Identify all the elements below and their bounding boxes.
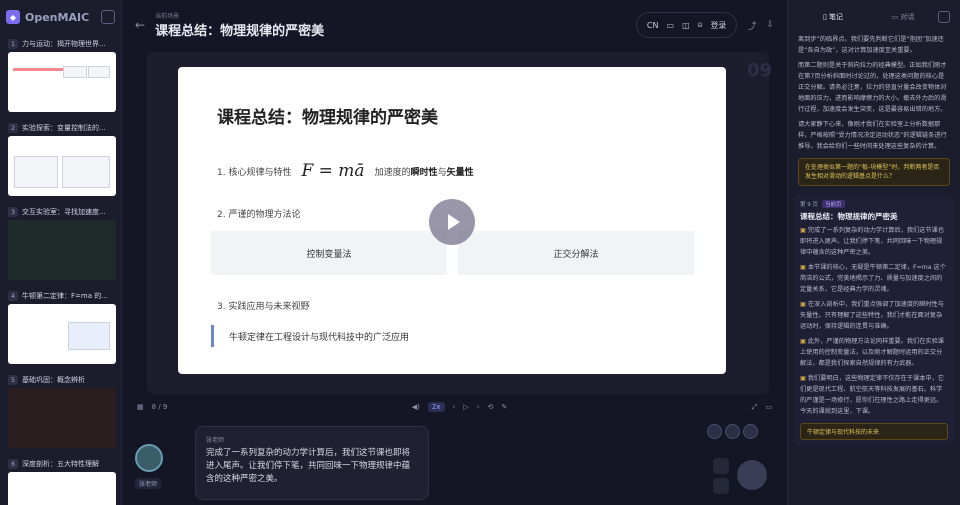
method-box-decomposition: 正交分解法 bbox=[458, 231, 694, 275]
main-area: ← 当前场景 课程总结：物理规律的严密美 CN ▭ ◫ ⍝ 登录 ⤴ ⇩ 09 … bbox=[123, 0, 786, 505]
panel-tabs: ▯ 笔记 ▭ 对话 bbox=[788, 0, 960, 34]
slide-thumbnail bbox=[8, 136, 116, 196]
slide-thumbnail bbox=[8, 52, 116, 112]
notes-panel: ▯ 笔记 ▭ 对话 离到步”的临界点。我们要先判断它们是“抱团”加速还是“各自为… bbox=[787, 0, 960, 505]
slide-number: 5 bbox=[8, 375, 18, 385]
panel-toggle-icon[interactable] bbox=[938, 11, 950, 23]
tab-chat[interactable]: ▭ 对话 bbox=[868, 12, 938, 22]
slide-title: 交互实验室：寻找加速度... bbox=[22, 208, 106, 216]
app-root: ◆ OpenMAIC 1 力与运动：揭开物理世界... 2 实验探索：变量控制法的.… bbox=[0, 0, 960, 505]
slide-title: 牛顿第二定律：F=ma 的... bbox=[22, 292, 108, 300]
repeat-icon[interactable]: ⟲ bbox=[488, 403, 494, 411]
slide-index: 8 / 9 bbox=[151, 403, 168, 411]
slide-stage: 09 课程总结：物理规律的严密美 1. 核心规律与特性 F = mā 加速度的瞬… bbox=[147, 52, 773, 394]
user-avatar[interactable] bbox=[737, 460, 767, 490]
speech-bubble: 张老师 完成了一系列复杂的动力学计算后，我们这节课也即将进入尾声。让我们停下笔，… bbox=[195, 426, 429, 500]
app-name: OpenMAIC bbox=[25, 10, 90, 24]
slide-number: 6 bbox=[8, 459, 18, 469]
top-bar: ← 当前场景 课程总结：物理规律的严密美 CN ▭ ◫ ⍝ 登录 ⤴ ⇩ bbox=[123, 0, 786, 50]
slide-title: 实验探索：变量控制法的... bbox=[22, 124, 106, 132]
current-slide: 课程总结：物理规律的严密美 1. 核心规律与特性 F = mā 加速度的瞬时性与… bbox=[178, 67, 726, 374]
chat-button[interactable] bbox=[713, 478, 729, 494]
collapse-sidebar-icon[interactable] bbox=[101, 10, 115, 24]
page-number: 09 bbox=[747, 60, 773, 81]
slide-item-5[interactable]: 5 基础巩固：概念辨析 bbox=[8, 374, 116, 448]
back-arrow-icon[interactable]: ← bbox=[135, 18, 145, 32]
pen-icon[interactable]: ✎ bbox=[501, 403, 507, 411]
page-notes-section: 第 9 页当前页 课程总结：物理规律的严密美 完成了一系列复杂的动力学计算后，我… bbox=[794, 194, 954, 446]
caption-icon[interactable]: ▭ bbox=[765, 403, 772, 411]
method-box-control: 控制变量法 bbox=[211, 231, 447, 275]
speech-text: 完成了一系列复杂的动力学计算后，我们这节课也即将进入尾声。让我们停下笔，共同回味… bbox=[206, 448, 411, 484]
grid-icon[interactable]: ▦ bbox=[137, 403, 144, 411]
slide-thumbnail bbox=[8, 472, 116, 505]
slide-item-2[interactable]: 2 实验探索：变量控制法的... bbox=[8, 122, 116, 196]
notes-text: 离到步”的临界点。我们要先判断它们是“抱团”加速还是“各自为政”，这对计算加速度… bbox=[798, 36, 947, 150]
login-button[interactable]: 登录 bbox=[710, 20, 726, 31]
title-block: 当前场景 课程总结：物理规律的严密美 bbox=[155, 11, 324, 39]
slide-thumbnail bbox=[8, 388, 116, 448]
slide-item-6[interactable]: 6 深度剖析：五大特性理解 bbox=[8, 458, 116, 505]
mic-button[interactable] bbox=[713, 458, 729, 474]
share-icon[interactable]: ⤴ bbox=[747, 19, 756, 32]
slide-number: 1 bbox=[8, 39, 18, 49]
speed-button[interactable]: 2x bbox=[427, 402, 445, 412]
slide-thumbnail bbox=[8, 220, 116, 280]
slide-title: 力与运动：揭开物理世界... bbox=[22, 40, 106, 48]
next-icon[interactable]: › bbox=[477, 403, 480, 411]
slide-point-2: 2. 严谨的物理方法论 bbox=[217, 210, 301, 220]
tagline-box: 牛顿定律与现代科技的未来 bbox=[800, 423, 948, 440]
slide-number: 2 bbox=[8, 123, 18, 133]
teacher-label: 张老师 bbox=[135, 478, 162, 489]
slide-number: 4 bbox=[8, 291, 18, 301]
brand: ◆ OpenMAIC bbox=[0, 0, 121, 34]
avatar[interactable] bbox=[725, 424, 740, 439]
avatar[interactable] bbox=[707, 424, 722, 439]
prev-icon[interactable]: ‹ bbox=[453, 403, 456, 411]
dialogue-area: 张老师 张老师 完成了一系列复杂的动力学计算后，我们这节课也即将进入尾声。让我们… bbox=[123, 416, 786, 505]
toolbar: CN ▭ ◫ ⍝ 登录 bbox=[635, 12, 738, 38]
language-toggle[interactable]: CN bbox=[647, 21, 659, 30]
fullscreen-icon[interactable]: ⤢ bbox=[752, 403, 758, 412]
slide-point-3: 3. 实践应用与未来视野 bbox=[217, 302, 310, 312]
volume-icon[interactable]: ◀) bbox=[412, 403, 420, 411]
slide-item-1[interactable]: 1 力与运动：揭开物理世界... bbox=[8, 38, 116, 112]
slide-quote: 牛顿定律在工程设计与现代科技中的广泛应用 bbox=[211, 325, 409, 347]
playback-controls: ▦ 8 / 9 ◀) 2x ‹ ▷ › ⟲ ✎ ⤢ ▭ bbox=[123, 398, 786, 416]
slide-thumbnail bbox=[8, 304, 116, 364]
page-title: 课程总结：物理规律的严密美 bbox=[155, 24, 325, 39]
display-icon[interactable]: ▭ bbox=[667, 21, 675, 30]
participant-avatars bbox=[707, 424, 758, 439]
teacher-avatar[interactable] bbox=[135, 444, 163, 472]
speaker-name: 张老师 bbox=[206, 437, 225, 444]
slide-item-4[interactable]: 4 牛顿第二定律：F=ma 的... bbox=[8, 290, 116, 364]
avatar[interactable] bbox=[743, 424, 758, 439]
user-icon[interactable]: ⍝ bbox=[698, 20, 703, 30]
play-small-icon[interactable]: ▷ bbox=[463, 403, 468, 411]
download-icon[interactable]: ⇩ bbox=[766, 20, 774, 30]
question-box: 在处理类似第一题的“板-块模型”时，判断两者是否发生相对滑动的逻辑基点是什么？ bbox=[798, 158, 950, 186]
slide-item-3[interactable]: 3 交互实验室：寻找加速度... bbox=[8, 206, 116, 280]
slide-heading: 课程总结：物理规律的严密美 bbox=[217, 108, 438, 128]
formula: F = mā bbox=[301, 161, 365, 181]
whiteboard-icon[interactable]: ◫ bbox=[682, 21, 690, 30]
slide-title: 深度剖析：五大特性理解 bbox=[22, 460, 99, 468]
tab-notes[interactable]: ▯ 笔记 bbox=[798, 12, 868, 22]
slide-number: 3 bbox=[8, 207, 18, 217]
breadcrumb: 当前场景 bbox=[155, 13, 180, 20]
slide-title: 基础巩固：概念辨析 bbox=[22, 376, 85, 384]
play-button[interactable] bbox=[429, 199, 475, 245]
logo-icon: ◆ bbox=[6, 10, 20, 24]
slide-point-1: 1. 核心规律与特性 F = mā 加速度的瞬时性与矢量性 bbox=[217, 161, 474, 181]
slide-sidebar: ◆ OpenMAIC 1 力与运动：揭开物理世界... 2 实验探索：变量控制法的.… bbox=[0, 0, 122, 505]
